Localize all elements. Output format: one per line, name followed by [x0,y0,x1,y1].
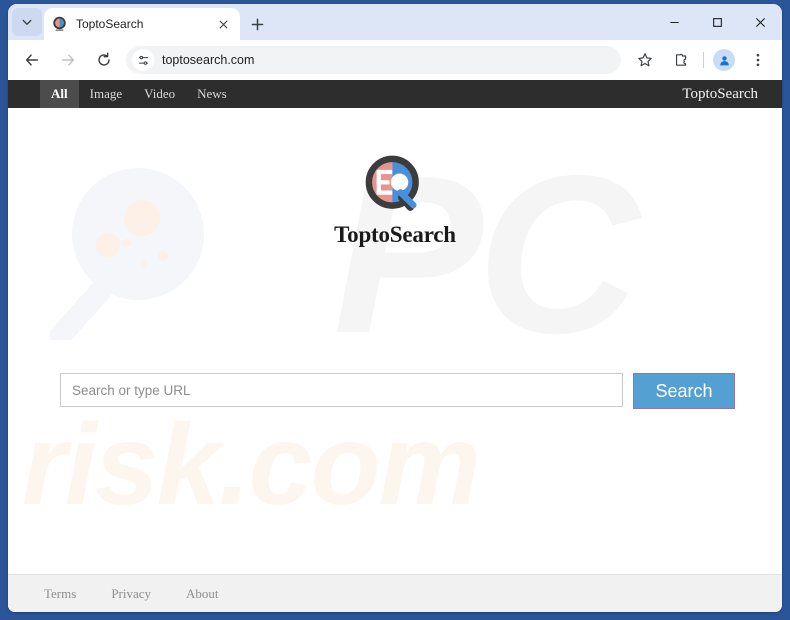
search-input[interactable] [60,373,623,407]
site-nav: All Image Video News ToptoSearch [8,80,782,108]
window-controls [653,4,782,40]
star-icon [638,53,652,67]
site-nav-brand: ToptoSearch [682,85,758,102]
browser-tab[interactable]: ToptoSearch [44,8,240,40]
search-row: Search [60,373,742,409]
site-settings-icon[interactable] [132,49,154,71]
url-text: toptosearch.com [162,53,255,67]
site-nav-item-news[interactable]: News [186,80,238,108]
site-nav-item-image[interactable]: Image [79,80,133,108]
maximize-icon [713,17,722,27]
extensions-button[interactable] [666,45,696,75]
close-tab-button[interactable] [214,15,232,33]
chevron-down-icon [22,19,32,25]
footer-link-terms[interactable]: Terms [44,586,76,602]
search-button[interactable]: Search [633,373,735,409]
address-bar[interactable]: toptosearch.com [126,46,621,74]
profile-avatar-icon [719,55,729,65]
footer-link-about[interactable]: About [186,586,219,602]
tab-title: ToptoSearch [76,17,144,31]
site-footer: Terms Privacy About [8,574,782,612]
toptosearch-favicon [52,16,68,32]
three-dot-menu-icon [756,53,760,67]
toolbar-right-actions [627,45,776,75]
tab-strip: ToptoSearch [8,4,782,40]
browser-menu-button[interactable] [743,45,773,75]
site-logo: ToptoSearch [8,152,782,248]
reload-icon [98,52,110,66]
forward-button[interactable] [53,45,83,75]
back-button[interactable] [17,45,47,75]
close-icon [755,17,766,27]
forward-arrow-icon [61,54,75,66]
browser-toolbar: toptosearch.com [8,40,782,80]
puzzle-piece-icon [675,53,687,66]
toptosearch-logo-icon [362,152,428,218]
tab-search-button[interactable] [12,8,42,36]
page-content: All Image Video News ToptoSearch PC risk… [8,80,782,612]
minimize-icon [670,21,679,23]
profile-button[interactable] [713,49,735,71]
site-nav-item-all[interactable]: All [40,80,79,108]
minimize-button[interactable] [653,4,696,40]
maximize-button[interactable] [696,4,739,40]
plus-icon [251,18,263,30]
toolbar-divider [703,52,704,68]
risk-watermark-text: risk.com [22,401,481,529]
back-arrow-icon [25,54,39,66]
browser-window: ToptoSearch toptosearch.com All Image Vi… [8,4,782,612]
close-window-button[interactable] [739,4,782,40]
page-body: PC risk.com ToptoSearch Search or type U… [8,108,782,574]
site-logo-text: ToptoSearch [334,222,456,247]
close-icon [219,20,227,28]
footer-link-privacy[interactable]: Privacy [111,586,151,602]
bookmark-button[interactable] [630,45,660,75]
site-nav-item-video[interactable]: Video [133,80,186,108]
reload-button[interactable] [89,45,119,75]
new-tab-button[interactable] [244,11,270,37]
